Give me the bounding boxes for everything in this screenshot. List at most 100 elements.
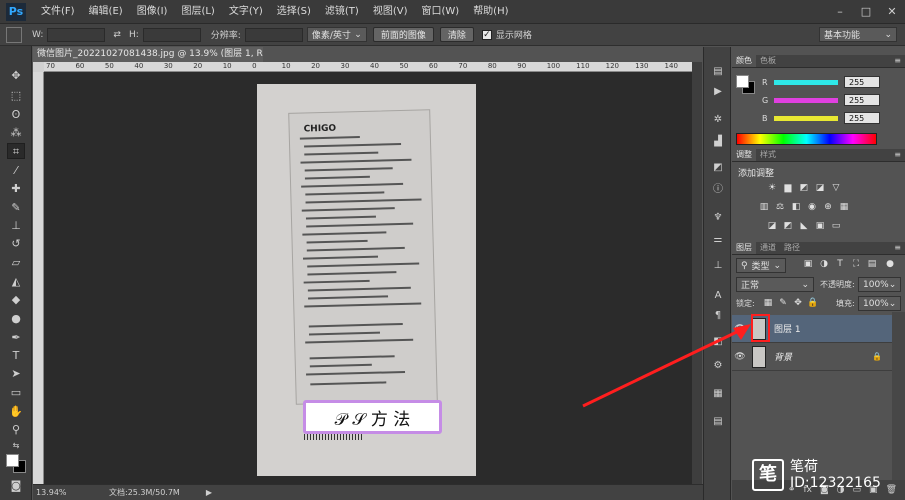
type-tool-icon[interactable]: T: [7, 348, 25, 364]
paint-bucket-tool-icon[interactable]: ◭: [7, 274, 25, 290]
vertical-ruler[interactable]: [33, 72, 44, 484]
vibrance-icon[interactable]: ▽: [830, 183, 842, 194]
quick-mask-icon[interactable]: ◙: [7, 478, 25, 494]
history-icon[interactable]: ▤: [710, 65, 726, 79]
zoom-level[interactable]: 13.94%: [33, 488, 81, 497]
character-icon[interactable]: A: [710, 289, 726, 303]
healing-brush-tool-icon[interactable]: ✚: [7, 181, 25, 197]
history-brush-tool-icon[interactable]: ↺: [7, 236, 25, 252]
channel-mixer-icon[interactable]: ⊕: [822, 202, 834, 213]
menu-edit[interactable]: 编辑(E): [82, 0, 130, 24]
color-fg-swatch[interactable]: [736, 75, 749, 88]
properties-icon[interactable]: ✲: [710, 113, 726, 127]
maximize-button[interactable]: □: [853, 5, 879, 18]
width-field[interactable]: [47, 27, 106, 42]
blue-slider[interactable]: B 255: [762, 111, 902, 125]
horizontal-ruler[interactable]: 70 60 50 40 30 20 10 0 10 20 30 40 50 60 70 80 90 100 110 1…: [44, 62, 692, 72]
menu-image[interactable]: 图像(I): [130, 0, 175, 24]
default-colors-icon[interactable]: ⇆: [7, 438, 25, 454]
filter-smart-object-icon[interactable]: ▤: [866, 259, 878, 270]
clone-source-icon[interactable]: ⊥: [710, 259, 726, 273]
lock-transparent-icon[interactable]: ▦: [762, 298, 774, 309]
levels-icon[interactable]: ▆: [782, 183, 794, 194]
threshold-icon[interactable]: ◣: [798, 221, 810, 232]
panel-menu-icon[interactable]: ≡: [894, 150, 901, 159]
status-menu-icon[interactable]: ▶: [206, 488, 212, 497]
red-slider-track[interactable]: [774, 79, 838, 85]
workspace-select[interactable]: 基本功能 ⌄: [819, 27, 897, 42]
rectangle-tool-icon[interactable]: ▭: [7, 385, 25, 401]
minimize-button[interactable]: –: [827, 5, 853, 18]
blend-mode-select[interactable]: 正常 ⌄: [736, 277, 814, 292]
color-lookup-icon[interactable]: ▦: [838, 202, 850, 213]
blue-slider-track[interactable]: [774, 115, 838, 121]
photo-filter-icon[interactable]: ◉: [806, 202, 818, 213]
brush-tool-icon[interactable]: ✎: [7, 200, 25, 216]
hue-saturation-icon[interactable]: ▥: [758, 202, 770, 213]
lock-pixels-icon[interactable]: ✎: [777, 298, 789, 309]
histogram-icon[interactable]: ▟: [710, 135, 726, 149]
brush-presets-icon[interactable]: ♆: [710, 211, 726, 225]
dodge-tool-icon[interactable]: ●: [7, 311, 25, 327]
color-spectrum[interactable]: [736, 133, 877, 145]
info-icon[interactable]: ⓘ: [710, 183, 726, 197]
blur-tool-icon[interactable]: ◆: [7, 292, 25, 308]
lasso-tool-icon[interactable]: ʘ: [7, 107, 25, 123]
hand-tool-icon[interactable]: ✋: [7, 404, 25, 420]
posterize-icon[interactable]: ◩: [782, 221, 794, 232]
magic-wand-tool-icon[interactable]: ⁂: [7, 125, 25, 141]
curves-icon[interactable]: ◩: [798, 183, 810, 194]
color-balance-icon[interactable]: ⚖: [774, 202, 786, 213]
green-slider[interactable]: G 255: [762, 93, 902, 107]
green-value[interactable]: 255: [844, 94, 880, 106]
filter-adjustment-icon[interactable]: ◑: [818, 259, 830, 270]
panel-menu-icon[interactable]: ≡: [894, 56, 901, 65]
menu-layer[interactable]: 图层(L): [174, 0, 221, 24]
ruler-origin[interactable]: [33, 62, 44, 72]
foreground-color-swatch[interactable]: [6, 454, 19, 467]
layer-name[interactable]: 图层 1: [774, 322, 801, 335]
invert-icon[interactable]: ◪: [766, 221, 778, 232]
fill-field[interactable]: 100% ⌄: [858, 296, 901, 311]
height-field[interactable]: [142, 27, 201, 42]
blue-value[interactable]: 255: [844, 112, 880, 124]
tab-layers[interactable]: 图层: [732, 242, 756, 254]
layer-name[interactable]: 背景: [774, 350, 792, 363]
menu-filter[interactable]: 滤镜(T): [318, 0, 366, 24]
layer-filter-select[interactable]: ⚲ 类型 ⌄: [736, 258, 786, 273]
document-tab[interactable]: 微信图片_20221027081438.jpg @ 13.9% (图层 1, R…: [33, 47, 263, 62]
tab-styles[interactable]: 样式: [756, 149, 780, 161]
navigator-icon[interactable]: ◩: [710, 161, 726, 175]
gradient-map-icon[interactable]: ▭: [830, 221, 842, 232]
tool-presets-icon[interactable]: ⚌: [710, 233, 726, 247]
eraser-tool-icon[interactable]: ▱: [7, 255, 25, 271]
resolution-field[interactable]: [244, 27, 303, 42]
lock-position-icon[interactable]: ✥: [792, 298, 804, 309]
tab-adjustments[interactable]: 调整: [732, 149, 756, 161]
lock-all-icon[interactable]: 🔒: [807, 298, 819, 309]
opacity-field[interactable]: 100% ⌄: [858, 277, 901, 292]
vertical-scrollbar[interactable]: [692, 62, 702, 484]
zoom-tool-icon[interactable]: ⚲: [7, 422, 25, 438]
move-tool-icon[interactable]: ✥: [7, 68, 25, 84]
filter-shape-icon[interactable]: ⛶: [850, 259, 862, 270]
tab-color[interactable]: 颜色: [732, 55, 756, 67]
menu-window[interactable]: 窗口(W): [414, 0, 466, 24]
menu-view[interactable]: 视图(V): [366, 0, 415, 24]
menu-help[interactable]: 帮助(H): [466, 0, 515, 24]
clone-stamp-tool-icon[interactable]: ⊥: [7, 218, 25, 234]
front-image-button[interactable]: 前面的图像: [372, 27, 434, 42]
path-selection-tool-icon[interactable]: ➤: [7, 366, 25, 382]
eyedropper-tool-icon[interactable]: ⁄: [7, 163, 25, 179]
clear-button[interactable]: 清除: [439, 27, 474, 42]
menu-select[interactable]: 选择(S): [270, 0, 318, 24]
black-white-icon[interactable]: ◧: [790, 202, 802, 213]
tab-swatches[interactable]: 色板: [756, 55, 780, 67]
filter-toggle-icon[interactable]: ●: [884, 259, 896, 270]
unit-select[interactable]: 像素/英寸 ⌄: [306, 27, 367, 42]
brightness-icon[interactable]: ☀: [766, 183, 778, 194]
red-value[interactable]: 255: [844, 76, 880, 88]
swap-icon[interactable]: ⇄: [113, 30, 121, 40]
document-info[interactable]: 文档:25.3M/50.7M: [109, 487, 180, 498]
tab-channels[interactable]: 通道: [756, 242, 780, 254]
